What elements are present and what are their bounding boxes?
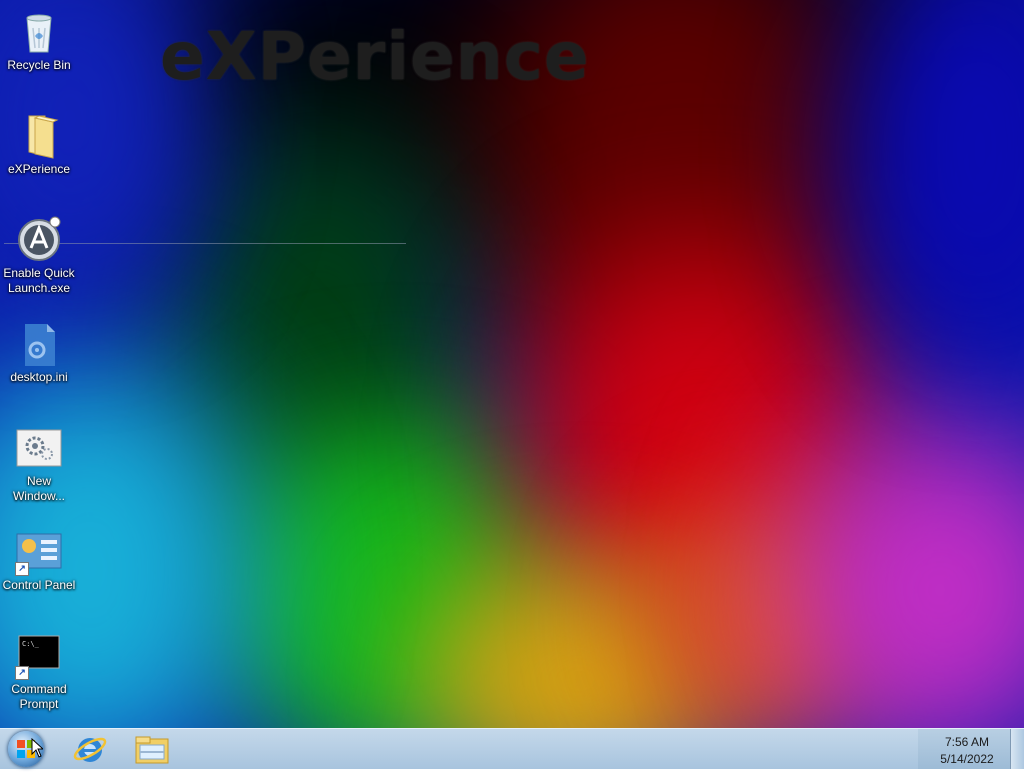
desktop-icon-command-prompt[interactable]: C:\_ ↗ Command Prompt (0, 632, 78, 712)
desktop-icon-label: desktop.ini (10, 370, 68, 384)
shortcut-arrow-icon: ↗ (15, 666, 29, 680)
show-desktop-button[interactable] (1010, 729, 1024, 769)
windows-explorer-icon (135, 736, 169, 764)
autoit-icon (15, 216, 63, 264)
desktop-icon-label: Recycle Bin (7, 58, 71, 72)
desktop-icon-new-window[interactable]: New Window... (0, 424, 78, 504)
desktop-icon-experience-folder[interactable]: eXPerience (0, 112, 78, 177)
desktop-icon-desktop-ini[interactable]: desktop.ini (0, 320, 78, 385)
folder-icon (15, 112, 63, 160)
svg-text:C:\_: C:\_ (22, 640, 40, 648)
clock-date[interactable]: 5/14/2022 (930, 752, 1004, 766)
desktop-icon-label: New Window... (12, 474, 66, 503)
desktop-wallpaper: eXPerience (0, 0, 1024, 728)
desktop-icon-enable-quick-launch[interactable]: Enable Quick Launch.exe (0, 216, 78, 296)
desktop-icon-label: Command Prompt (11, 682, 67, 711)
desktop-icon-recycle-bin[interactable]: Recycle Bin (0, 8, 78, 73)
command-prompt-icon: C:\_ ↗ (15, 632, 63, 680)
taskbar: 7:56 AM 5/14/2022 (0, 728, 1024, 769)
wallpaper-watermark: eXPerience (160, 18, 590, 95)
desktop-icon-label: Enable Quick Launch.exe (3, 266, 75, 295)
control-panel-icon: ↗ (15, 528, 63, 576)
settings-file-icon (15, 320, 63, 368)
desktop-icon-label: eXPerience (7, 162, 71, 176)
clock-time[interactable]: 7:56 AM (930, 735, 1004, 749)
taskbar-windows-explorer[interactable] (128, 731, 176, 767)
desktop-icon-label: Control Panel (2, 578, 76, 592)
internet-explorer-icon (73, 737, 107, 762)
taskbar-internet-explorer[interactable] (66, 731, 114, 767)
desktop-icon-control-panel[interactable]: ↗ Control Panel (0, 528, 78, 593)
shortcut-arrow-icon: ↗ (15, 562, 29, 576)
settings-window-icon (15, 424, 63, 472)
mouse-cursor-icon (31, 738, 43, 758)
recycle-bin-icon (15, 8, 63, 56)
